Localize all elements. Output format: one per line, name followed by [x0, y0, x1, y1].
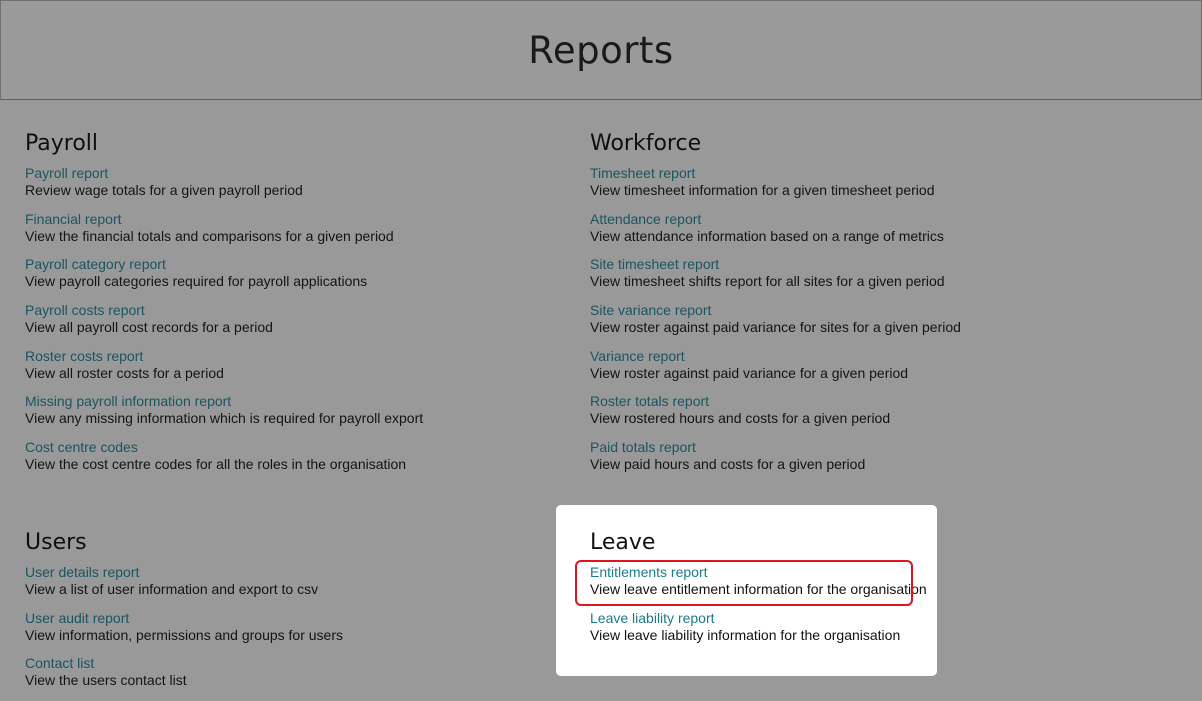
- report-item-site-variance-report: Site variance report View roster against…: [590, 302, 961, 348]
- report-description: View leave liability information for the…: [590, 626, 901, 643]
- report-item-payroll-category-report: Payroll category report View payroll cat…: [25, 256, 423, 302]
- section-title-users: Users: [25, 530, 87, 555]
- section-title-leave: Leave: [590, 530, 656, 555]
- report-item-missing-payroll-information-report: Missing payroll information report View …: [25, 393, 423, 439]
- payroll-report-link[interactable]: Payroll report: [25, 165, 423, 182]
- report-description: View information, permissions and groups…: [25, 626, 344, 643]
- attendance-report-link[interactable]: Attendance report: [590, 211, 961, 228]
- report-description: View attendance information based on a r…: [590, 227, 944, 244]
- report-description: View a list of user information and expo…: [25, 581, 319, 597]
- report-description: View roster against paid variance for si…: [590, 319, 961, 336]
- financial-report-link[interactable]: Financial report: [25, 211, 423, 228]
- variance-report-link[interactable]: Variance report: [590, 348, 961, 365]
- entitlements-highlight-box: [575, 560, 913, 606]
- page-header: Reports: [0, 0, 1202, 100]
- roster-totals-report-link[interactable]: Roster totals report: [590, 393, 961, 410]
- report-description: Review wage totals for a given payroll p…: [25, 182, 303, 198]
- contact-list-link[interactable]: Contact list: [25, 655, 343, 672]
- report-item-attendance-report: Attendance report View attendance inform…: [590, 211, 961, 257]
- leave-spotlight-card: Leave Entitlements report View leave ent…: [556, 505, 937, 676]
- report-item-financial-report: Financial report View the financial tota…: [25, 211, 423, 257]
- report-item-paid-totals-report: Paid totals report View paid hours and c…: [590, 439, 961, 485]
- report-description: View paid hours and costs for a given pe…: [590, 456, 866, 473]
- report-description: View the cost centre codes for all the r…: [25, 456, 407, 473]
- report-item-cost-centre-codes: Cost centre codes View the cost centre c…: [25, 439, 423, 485]
- report-item-variance-report: Variance report View roster against paid…: [590, 348, 961, 394]
- report-description: View the users contact list: [25, 672, 187, 689]
- cost-centre-codes-link[interactable]: Cost centre codes: [25, 439, 423, 456]
- section-workforce: Workforce Timesheet report View timeshee…: [590, 131, 961, 485]
- site-variance-report-link[interactable]: Site variance report: [590, 302, 961, 319]
- report-item-site-timesheet-report: Site timesheet report View timesheet shi…: [590, 256, 961, 302]
- site-timesheet-report-link[interactable]: Site timesheet report: [590, 256, 961, 273]
- report-description: View roster against paid variance for a …: [590, 364, 909, 381]
- section-title-workforce: Workforce: [590, 131, 702, 156]
- report-description: View timesheet shifts report for all sit…: [590, 273, 945, 290]
- user-details-report-link[interactable]: User details report: [25, 564, 343, 581]
- timesheet-report-link[interactable]: Timesheet report: [590, 165, 961, 182]
- report-description: View payroll categories required for pay…: [25, 273, 368, 290]
- section-payroll: Payroll Payroll report Review wage total…: [25, 131, 423, 485]
- report-description: View any missing information which is re…: [25, 410, 424, 427]
- report-item-roster-costs-report: Roster costs report View all roster cost…: [25, 348, 423, 394]
- report-description: View timesheet information for a given t…: [590, 182, 935, 198]
- report-description: View rostered hours and costs for a give…: [590, 410, 891, 427]
- report-item-payroll-costs-report: Payroll costs report View all payroll co…: [25, 302, 423, 348]
- report-description: View all payroll cost records for a peri…: [25, 319, 273, 336]
- report-description: View the financial totals and comparison…: [25, 227, 394, 244]
- report-item-payroll-report: Payroll report Review wage totals for a …: [25, 165, 423, 211]
- leave-liability-report-link[interactable]: Leave liability report: [590, 610, 927, 627]
- report-item-contact-list: Contact list View the users contact list: [25, 655, 343, 701]
- roster-costs-report-link[interactable]: Roster costs report: [25, 348, 423, 365]
- section-title-payroll: Payroll: [25, 131, 99, 156]
- paid-totals-report-link[interactable]: Paid totals report: [590, 439, 961, 456]
- page-title: Reports: [528, 29, 674, 72]
- report-item-user-audit-report: User audit report View information, perm…: [25, 610, 343, 656]
- payroll-costs-report-link[interactable]: Payroll costs report: [25, 302, 423, 319]
- report-item-leave-liability-report: Leave liability report View leave liabil…: [590, 610, 927, 656]
- report-item-timesheet-report: Timesheet report View timesheet informat…: [590, 165, 961, 211]
- missing-payroll-information-report-link[interactable]: Missing payroll information report: [25, 393, 423, 410]
- report-item-user-details-report: User details report View a list of user …: [25, 564, 343, 610]
- report-description: View all roster costs for a period: [25, 364, 224, 381]
- payroll-category-report-link[interactable]: Payroll category report: [25, 256, 423, 273]
- report-item-roster-totals-report: Roster totals report View rostered hours…: [590, 393, 961, 439]
- user-audit-report-link[interactable]: User audit report: [25, 610, 343, 627]
- section-users: Users User details report View a list of…: [25, 530, 343, 701]
